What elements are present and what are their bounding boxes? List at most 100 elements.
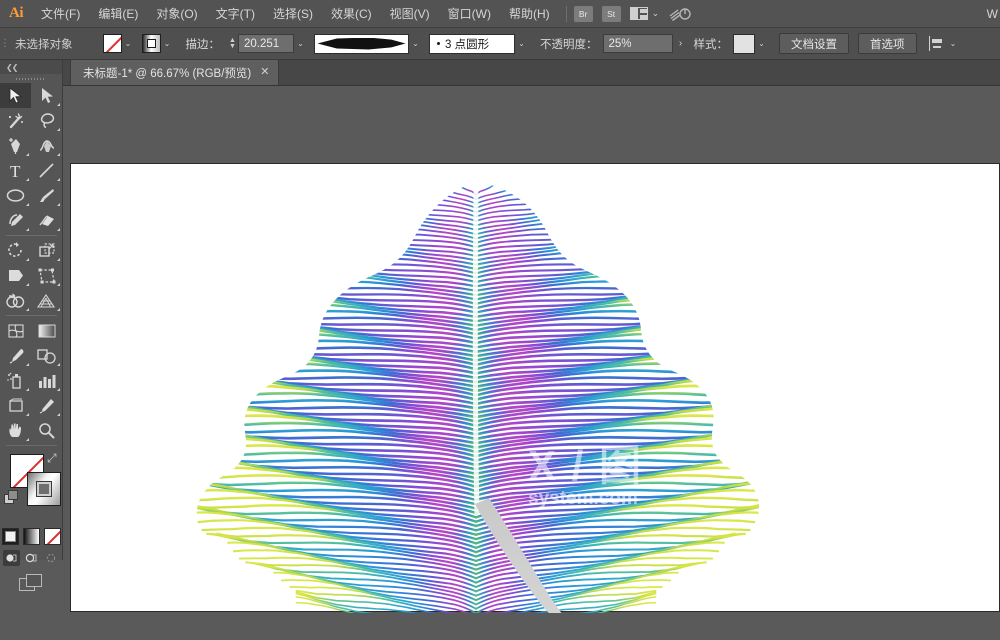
arrange-chevron-down-icon[interactable]: ⌄ bbox=[652, 8, 660, 19]
opacity-expand-icon[interactable]: › bbox=[673, 34, 689, 53]
style-chevron-down-icon[interactable]: ⌄ bbox=[755, 34, 768, 53]
tool-flyout-indicator bbox=[26, 413, 29, 416]
blend-tool[interactable] bbox=[31, 343, 62, 368]
draw-inside-button[interactable] bbox=[43, 550, 60, 566]
bridge-icon[interactable]: Br bbox=[573, 5, 593, 22]
tool-flyout-indicator bbox=[57, 103, 60, 106]
tools-collapse-button[interactable]: ❮❮ bbox=[0, 60, 62, 74]
free-transform-tool[interactable] bbox=[31, 263, 62, 288]
type-tool[interactable]: T bbox=[0, 158, 31, 183]
tool-flyout-indicator bbox=[57, 413, 60, 416]
column-graph-tool[interactable] bbox=[31, 368, 62, 393]
close-icon[interactable]: ✕ bbox=[260, 67, 269, 78]
scale-tool[interactable] bbox=[31, 238, 62, 263]
tool-flyout-indicator bbox=[57, 363, 60, 366]
arrange-documents-icon[interactable] bbox=[629, 7, 648, 20]
tool-flyout-indicator bbox=[26, 283, 29, 286]
preferences-button[interactable]: 首选项 bbox=[858, 33, 917, 54]
line-segment-tool[interactable] bbox=[31, 158, 62, 183]
mesh-tool[interactable] bbox=[0, 318, 31, 343]
document-tab[interactable]: 未标题-1* @ 66.67% (RGB/预览) ✕ bbox=[70, 59, 280, 85]
stroke-weight-stepper[interactable]: ▲ ▼ bbox=[227, 34, 238, 53]
perspective-grid-tool[interactable] bbox=[31, 288, 62, 313]
tool-flyout-indicator bbox=[26, 308, 29, 311]
ellipse-tool[interactable] bbox=[0, 183, 31, 208]
control-bar-grip[interactable] bbox=[0, 28, 9, 60]
artboard[interactable]: X / 图 system.com bbox=[70, 163, 1000, 613]
width-tool[interactable] bbox=[0, 263, 31, 288]
status-bar bbox=[63, 613, 1000, 640]
brush-definition-preview[interactable] bbox=[314, 33, 409, 54]
screen-mode-row bbox=[0, 574, 62, 591]
stroke-color-swatch[interactable] bbox=[141, 34, 161, 53]
draw-behind-button[interactable] bbox=[23, 550, 40, 566]
paintbrush-tool[interactable] bbox=[31, 183, 62, 208]
tool-flyout-indicator bbox=[26, 153, 29, 156]
stroke-weight-input[interactable]: 20.251 bbox=[238, 34, 294, 53]
artboard-tool[interactable] bbox=[0, 393, 31, 418]
profile-chevron-down-icon[interactable]: ⌄ bbox=[515, 34, 528, 53]
color-controls: ⤢ bbox=[0, 452, 63, 526]
align-chevron-down-icon[interactable]: ⌄ bbox=[947, 34, 960, 53]
document-setup-button[interactable]: 文档设置 bbox=[779, 33, 849, 54]
profile-dot-icon bbox=[437, 42, 440, 45]
screen-mode-toggle[interactable] bbox=[19, 574, 43, 591]
tool-flyout-indicator bbox=[57, 283, 60, 286]
none-mode-swatch[interactable] bbox=[43, 528, 61, 545]
tool-flyout-indicator bbox=[57, 228, 60, 231]
stock-icon[interactable]: St bbox=[601, 5, 621, 22]
menu-view[interactable]: 视图(V) bbox=[381, 0, 439, 28]
menu-select[interactable]: 选择(S) bbox=[264, 0, 322, 28]
magic-wand-tool[interactable] bbox=[0, 108, 31, 133]
canvas-area[interactable]: X / 图 system.com jingyanwenzhang.com bbox=[63, 86, 1000, 640]
menu-type[interactable]: 文字(T) bbox=[207, 0, 264, 28]
menu-effect[interactable]: 效果(C) bbox=[322, 0, 381, 28]
pencil-tool[interactable] bbox=[0, 208, 31, 233]
menu-edit[interactable]: 编辑(E) bbox=[89, 0, 147, 28]
draw-normal-button[interactable] bbox=[2, 550, 20, 566]
stroke-weight-chevron-down-icon[interactable]: ⌄ bbox=[294, 34, 307, 53]
fill-chevron-down-icon[interactable]: ⌄ bbox=[122, 34, 135, 53]
default-fill-stroke-icon[interactable] bbox=[4, 490, 18, 504]
graphic-style-swatch[interactable] bbox=[733, 33, 755, 54]
brush-stroke-shape bbox=[317, 37, 406, 50]
curvature-tool[interactable] bbox=[31, 133, 62, 158]
tool-flyout-indicator bbox=[26, 203, 29, 206]
swap-fill-stroke-icon[interactable]: ⤢ bbox=[47, 452, 60, 465]
document-tab-label: 未标题-1* @ 66.67% (RGB/预览) bbox=[83, 67, 252, 80]
brush-chevron-down-icon[interactable]: ⌄ bbox=[409, 34, 422, 53]
lasso-tool[interactable] bbox=[31, 108, 62, 133]
rainbow-leaf-artwork[interactable] bbox=[71, 164, 1000, 613]
selection-status-label: 未选择对象 bbox=[15, 38, 73, 51]
selection-tool[interactable] bbox=[0, 83, 31, 108]
pen-tool[interactable] bbox=[0, 133, 31, 158]
menubar-divider bbox=[565, 5, 567, 22]
menu-object[interactable]: 对象(O) bbox=[147, 0, 206, 28]
gradient-mode-swatch[interactable] bbox=[22, 528, 40, 545]
slice-tool[interactable] bbox=[31, 393, 62, 418]
hand-tool[interactable] bbox=[0, 418, 31, 443]
menu-help[interactable]: 帮助(H) bbox=[500, 0, 559, 28]
direct-selection-tool[interactable] bbox=[31, 83, 62, 108]
shape-builder-tool[interactable] bbox=[0, 288, 31, 313]
opacity-input[interactable]: 25% bbox=[602, 34, 673, 53]
eraser-tool[interactable] bbox=[31, 208, 62, 233]
tools-drag-handle[interactable] bbox=[0, 74, 62, 83]
fill-color-swatch[interactable] bbox=[102, 34, 122, 53]
zoom-tool[interactable] bbox=[31, 418, 62, 443]
menu-file[interactable]: 文件(F) bbox=[32, 0, 89, 28]
color-mode-swatch[interactable] bbox=[1, 528, 19, 545]
opacity-label: 不透明度： bbox=[540, 38, 598, 51]
stroke-swatch-gradient[interactable] bbox=[27, 472, 61, 506]
app-logo-icon: Ai bbox=[9, 5, 24, 21]
workspace-switcher-icon[interactable] bbox=[669, 6, 691, 22]
menu-window[interactable]: 窗口(W) bbox=[439, 0, 500, 28]
symbol-sprayer-tool[interactable] bbox=[0, 368, 31, 393]
eyedropper-tool[interactable] bbox=[0, 343, 31, 368]
align-icon[interactable] bbox=[927, 36, 944, 51]
tool-flyout-indicator bbox=[57, 153, 60, 156]
stroke-profile-select[interactable]: 3 点圆形 bbox=[429, 33, 515, 54]
gradient-tool[interactable] bbox=[31, 318, 62, 343]
stroke-chevron-down-icon[interactable]: ⌄ bbox=[161, 34, 174, 53]
rotate-tool[interactable] bbox=[0, 238, 31, 263]
